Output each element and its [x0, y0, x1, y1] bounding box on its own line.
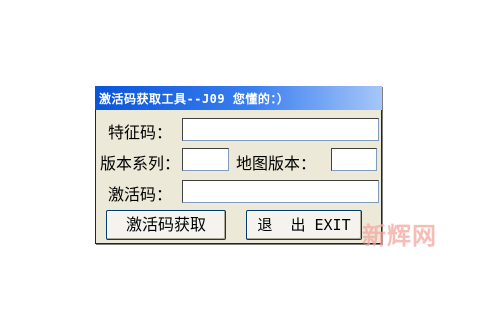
version-series-input[interactable] — [182, 148, 229, 171]
activation-code-input[interactable] — [182, 180, 379, 203]
map-version-label: 地图版本： — [236, 154, 317, 173]
feature-code-input[interactable] — [182, 118, 379, 141]
activation-tool-window: 激活码获取工具--J09 您懂的：） 特征码： 版本系列： 地图版本： 激活码：… — [95, 86, 382, 244]
version-series-label: 版本系列： — [100, 154, 181, 173]
feature-code-label: 特征码： — [108, 123, 173, 142]
exit-button[interactable]: 退 出 EXIT — [246, 210, 362, 240]
title-bar[interactable]: 激活码获取工具--J09 您懂的：） — [95, 86, 382, 110]
map-version-input[interactable] — [331, 148, 377, 171]
activation-code-label: 激活码： — [108, 185, 173, 204]
site-watermark: 新辉网 — [362, 222, 437, 250]
get-activation-code-button[interactable]: 激活码获取 — [106, 210, 226, 240]
window-title: 激活码获取工具--J09 您懂的：） — [99, 92, 290, 106]
